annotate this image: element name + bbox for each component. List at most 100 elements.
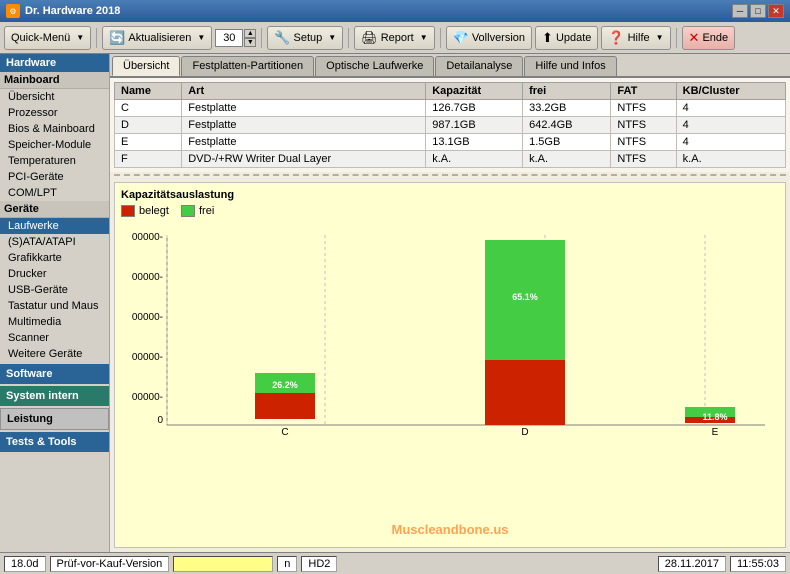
window-controls: ─ □ ✕ bbox=[732, 4, 784, 18]
bar-e-pct-label: 11.8% bbox=[702, 412, 727, 422]
cell-r0-c3: 33.2GB bbox=[523, 100, 611, 117]
cell-r3-c3: k.A. bbox=[523, 151, 611, 168]
title-bar: ⚙ Dr. Hardware 2018 ─ □ ✕ bbox=[0, 0, 790, 22]
hilfe-button[interactable]: ❓ Hilfe ▼ bbox=[601, 26, 670, 50]
content-area: Übersicht Festplatten-Partitionen Optisc… bbox=[110, 54, 790, 552]
tab-festplatten[interactable]: Festplatten-Partitionen bbox=[181, 56, 314, 76]
main-layout: Hardware Mainboard Übersicht Prozessor B… bbox=[0, 54, 790, 552]
chart-title: Kapazitätsauslastung bbox=[121, 189, 779, 201]
cell-r1-c0: D bbox=[115, 117, 182, 134]
vollversion-button[interactable]: 💎 Vollversion bbox=[446, 26, 532, 50]
tab-optische[interactable]: Optische Laufwerke bbox=[315, 56, 434, 76]
sidebar-leistung-header[interactable]: Leistung bbox=[0, 408, 109, 430]
status-n-label: n bbox=[277, 556, 297, 572]
spinner-buttons: ▲ ▼ bbox=[244, 29, 256, 47]
chart-svg: 00000- 00000- 00000- 00000- 00000- 0 bbox=[121, 225, 779, 435]
close-button[interactable]: ✕ bbox=[768, 4, 784, 18]
update-label: Update bbox=[556, 32, 591, 44]
y-label-2: 00000- bbox=[132, 352, 163, 363]
status-yellow bbox=[173, 556, 273, 572]
y-label-4: 00000- bbox=[132, 272, 163, 283]
spinner-up[interactable]: ▲ bbox=[244, 29, 256, 38]
spinner-input[interactable] bbox=[215, 29, 243, 47]
aktualisieren-label: Aktualisieren bbox=[128, 32, 191, 44]
cell-r3-c4: NTFS bbox=[611, 151, 676, 168]
cell-r0-c4: NTFS bbox=[611, 100, 676, 117]
cell-r1-c2: 987.1GB bbox=[426, 117, 523, 134]
sidebar-hardware-header[interactable]: Hardware bbox=[0, 54, 109, 72]
update-button[interactable]: ⬆ Update bbox=[535, 26, 598, 50]
status-hd: HD2 bbox=[301, 556, 337, 572]
report-icon: 🖨 bbox=[361, 30, 378, 46]
ende-label: Ende bbox=[702, 32, 728, 44]
sidebar-item-drucker[interactable]: Drucker bbox=[0, 266, 109, 282]
aktualisieren-button[interactable]: 🔄 Aktualisieren ▼ bbox=[102, 26, 212, 50]
cell-r3-c5: k.A. bbox=[676, 151, 785, 168]
app-icon: ⚙ bbox=[6, 4, 20, 18]
ende-icon: ✕ bbox=[689, 30, 700, 46]
sidebar-item-ubersicht[interactable]: Übersicht bbox=[0, 89, 109, 105]
tab-bar: Übersicht Festplatten-Partitionen Optisc… bbox=[110, 54, 790, 78]
sidebar-tests-header[interactable]: Tests & Tools bbox=[0, 432, 109, 452]
sidebar-system-header[interactable]: System intern bbox=[0, 386, 109, 406]
quick-menu-button[interactable]: Quick-Menü ▼ bbox=[4, 26, 91, 50]
drive-table-body: CFestplatte126.7GB33.2GBNTFS4DFestplatte… bbox=[115, 100, 786, 168]
x-label-e: E bbox=[712, 427, 719, 435]
sidebar-item-scanner[interactable]: Scanner bbox=[0, 330, 109, 346]
cell-r2-c0: E bbox=[115, 134, 182, 151]
cell-r0-c0: C bbox=[115, 100, 182, 117]
toolbar-sep-5 bbox=[676, 28, 677, 48]
sidebar-geraete-section: Geräte bbox=[0, 201, 109, 218]
sidebar-item-laufwerke[interactable]: Laufwerke bbox=[0, 218, 109, 234]
sidebar-item-temperaturen[interactable]: Temperaturen bbox=[0, 153, 109, 169]
cell-r1-c3: 642.4GB bbox=[523, 117, 611, 134]
sidebar-item-weitere[interactable]: Weitere Geräte bbox=[0, 346, 109, 362]
cell-r2-c4: NTFS bbox=[611, 134, 676, 151]
x-label-c: C bbox=[281, 427, 288, 435]
sidebar-item-grafikkarte[interactable]: Grafikkarte bbox=[0, 250, 109, 266]
watermark: Muscleandbone.us bbox=[391, 522, 508, 537]
sidebar-item-usb[interactable]: USB-Geräte bbox=[0, 282, 109, 298]
window-title: Dr. Hardware 2018 bbox=[25, 5, 727, 17]
cell-r3-c1: DVD-/+RW Writer Dual Layer bbox=[182, 151, 426, 168]
tab-detailanalyse[interactable]: Detailanalyse bbox=[435, 56, 523, 76]
spinner-down[interactable]: ▼ bbox=[244, 38, 256, 47]
legend-belegt-label: belegt bbox=[139, 205, 169, 217]
aktualisieren-arrow: ▼ bbox=[197, 33, 205, 42]
col-frei: frei bbox=[523, 83, 611, 100]
table-row[interactable]: CFestplatte126.7GB33.2GBNTFS4 bbox=[115, 100, 786, 117]
setup-label: Setup bbox=[294, 32, 323, 44]
setup-arrow: ▼ bbox=[328, 33, 336, 42]
ende-button[interactable]: ✕ Ende bbox=[682, 26, 736, 50]
tab-ubersicht[interactable]: Übersicht bbox=[112, 56, 180, 76]
tab-hilfe[interactable]: Hilfe und Infos bbox=[524, 56, 616, 76]
minimize-button[interactable]: ─ bbox=[732, 4, 748, 18]
sidebar-item-bios[interactable]: Bios & Mainboard bbox=[0, 121, 109, 137]
sidebar-item-prozessor[interactable]: Prozessor bbox=[0, 105, 109, 121]
vollversion-label: Vollversion bbox=[472, 32, 525, 44]
status-bar: 18.0d Prüf-vor-Kauf-Version n HD2 28.11.… bbox=[0, 552, 790, 574]
maximize-button[interactable]: □ bbox=[750, 4, 766, 18]
sidebar-item-comlpt[interactable]: COM/LPT bbox=[0, 185, 109, 201]
status-time: 11:55:03 bbox=[730, 556, 786, 572]
toolbar-sep-2 bbox=[261, 28, 262, 48]
sidebar-item-tastatur[interactable]: Tastatur und Maus bbox=[0, 298, 109, 314]
hilfe-arrow: ▼ bbox=[656, 33, 664, 42]
sidebar-item-sata[interactable]: (S)ATA/ATAPI bbox=[0, 234, 109, 250]
table-row[interactable]: EFestplatte13.1GB1.5GBNTFS4 bbox=[115, 134, 786, 151]
table-row[interactable]: FDVD-/+RW Writer Dual Layerk.A.k.A.NTFSk… bbox=[115, 151, 786, 168]
report-arrow: ▼ bbox=[420, 33, 428, 42]
setup-button[interactable]: 🔧 Setup ▼ bbox=[267, 26, 343, 50]
chart-area: Kapazitätsauslastung belegt frei 00000- … bbox=[114, 182, 786, 548]
quick-menu-arrow: ▼ bbox=[76, 33, 84, 42]
sidebar-item-pci[interactable]: PCI-Geräte bbox=[0, 169, 109, 185]
sidebar-item-multimedia[interactable]: Multimedia bbox=[0, 314, 109, 330]
cell-r0-c1: Festplatte bbox=[182, 100, 426, 117]
quick-menu-label: Quick-Menü bbox=[11, 32, 70, 44]
sidebar: Hardware Mainboard Übersicht Prozessor B… bbox=[0, 54, 110, 552]
sidebar-software-header[interactable]: Software bbox=[0, 364, 109, 384]
report-button[interactable]: 🖨 Report ▼ bbox=[354, 26, 434, 50]
legend-belegt-box bbox=[121, 205, 135, 217]
table-row[interactable]: DFestplatte987.1GB642.4GBNTFS4 bbox=[115, 117, 786, 134]
sidebar-item-speicher[interactable]: Speicher-Module bbox=[0, 137, 109, 153]
